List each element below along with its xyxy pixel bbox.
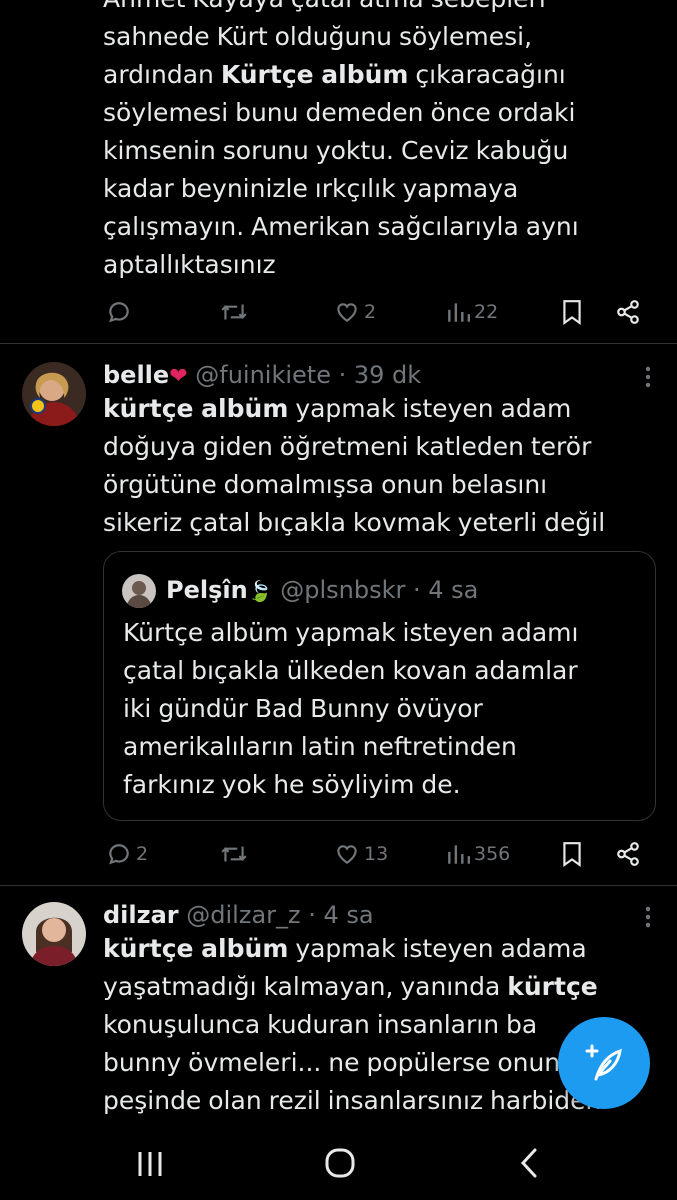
tweet-1-line: kimsenin sorunu yoktu. Ceviz kabuğu <box>103 136 569 165</box>
tweet-1-line: ardından Kürtçe albüm çıkaracağını <box>103 60 566 89</box>
compose-button[interactable] <box>558 1017 650 1109</box>
quote-line: farkınız yok he söyliyim de. <box>123 770 461 799</box>
quote-line: iki gündür Bad Bunny övüyor <box>123 694 483 723</box>
like-button[interactable]: 13 <box>334 834 388 874</box>
tweet-2-header: belle❤ @fuinikiete · 39 dk <box>103 360 421 392</box>
tweet-1-partial-line: Ahmet Kayaya çatal atma sebepleri <box>103 0 648 18</box>
display-name[interactable]: dilzar <box>103 901 179 929</box>
like-icon <box>337 303 357 322</box>
tweet-1-line: çalışmayın. Amerikan sağcılarıyla aynı <box>103 212 579 241</box>
tweet-2-line: kürtçe albüm yapmak isteyen adam <box>103 394 572 423</box>
highlight-term: kürtçe <box>507 972 598 1001</box>
share-button[interactable] <box>614 834 642 874</box>
user-handle[interactable]: @dilzar_z <box>186 901 300 929</box>
reply-icon <box>109 302 129 323</box>
more-icon <box>645 906 651 928</box>
timestamp[interactable]: · 4 sa <box>308 901 373 929</box>
tweet-3-line: kürtçe albüm yapmak isteyen adama <box>103 934 587 963</box>
nav-recents-icon <box>138 1152 162 1176</box>
share-icon <box>617 300 639 324</box>
highlight-term: Kürtçe albüm <box>220 60 409 89</box>
tweet-2-text: kürtçe albüm yapmak isteyen adam doğuya … <box>103 390 648 542</box>
tweet-3-line: yaşatmadığı kalmayan, yanında kürtçe <box>103 972 598 1001</box>
leaf-emoji: 🍃 <box>247 579 273 603</box>
reply-icon <box>109 844 129 865</box>
timestamp[interactable]: · 39 dk <box>339 361 422 389</box>
share-icon <box>617 842 639 866</box>
quote-text: Kürtçe albüm yapmak isteyen adamı çatal … <box>123 614 643 804</box>
quote-line: çatal bıçakla ülkeden kovan adamlar <box>123 656 578 685</box>
tweet-2[interactable]: belle❤ @fuinikiete · 39 dk kürtçe albüm … <box>0 344 677 885</box>
quote-handle[interactable]: @plsnbskr <box>280 576 405 604</box>
share-button[interactable] <box>614 292 642 332</box>
more-icon <box>645 366 651 388</box>
bookmark-button[interactable] <box>560 292 584 332</box>
avatar[interactable] <box>22 362 86 426</box>
nav-recents-button[interactable] <box>132 1146 168 1182</box>
tweet-1-actions: 2 22 <box>0 292 677 332</box>
display-name[interactable]: belle <box>103 361 169 389</box>
nav-back-button[interactable] <box>512 1145 548 1181</box>
retweet-button[interactable] <box>219 292 253 332</box>
views-icon <box>448 845 470 864</box>
reply-button[interactable] <box>106 292 136 332</box>
tweet-2-line: sikeriz çatal bıçakla kovmak yeterli değ… <box>103 508 606 537</box>
tweet-1-line: söylemesi bunu demeden önce ordaki <box>103 98 576 127</box>
heart-emoji: ❤ <box>169 364 188 389</box>
tweet-3-text: kürtçe albüm yapmak isteyen adama yaşatm… <box>103 930 648 1120</box>
views-icon <box>448 303 470 322</box>
bookmark-icon <box>563 842 581 867</box>
quote-avatar[interactable] <box>122 574 156 608</box>
tweet-2-line: örgütüne domalmışsa onun belasını <box>103 470 548 499</box>
highlight-term: kürtçe albüm <box>103 394 289 423</box>
more-options[interactable] <box>645 366 651 392</box>
bookmark-button[interactable] <box>560 834 584 874</box>
quote-line: Kürtçe albüm yapmak isteyen adamı <box>123 618 579 647</box>
tweet-1-text: Ahmet Kayaya çatal atma sebepleri sahned… <box>103 0 648 284</box>
reply-button[interactable]: 2 <box>106 834 148 874</box>
tweet-3-header: dilzar @dilzar_z · 4 sa <box>103 900 374 930</box>
tweet-1-line: aptallıktasınız <box>103 250 276 279</box>
like-button[interactable]: 2 <box>334 292 376 332</box>
tweet-2-actions: 2 13 356 <box>0 834 677 874</box>
nav-home-icon <box>325 1148 355 1178</box>
quote-display-name[interactable]: Pelşîn <box>166 576 248 604</box>
user-handle[interactable]: @fuinikiete <box>195 361 331 389</box>
tweet-2-line: doğuya giden öğretmeni katleden terör <box>103 432 592 461</box>
quote-timestamp[interactable]: · 4 sa <box>413 576 478 604</box>
more-options[interactable] <box>645 906 651 932</box>
retweet-icon <box>221 304 247 320</box>
quote-line: amerikalıların latin neftretinden <box>123 732 517 761</box>
views-button[interactable]: 22 <box>446 292 498 332</box>
retweet-icon <box>221 846 247 862</box>
views-button[interactable]: 356 <box>446 834 510 874</box>
like-icon <box>337 845 357 864</box>
tweet-1-line: sahnede Kürt olduğunu söylemesi, <box>103 22 533 51</box>
nav-back-icon <box>520 1148 537 1178</box>
quoted-tweet[interactable]: Pelşîn🍃 @plsnbskr · 4 sa Kürtçe albüm ya… <box>103 551 656 821</box>
tweet-1-line: kadar beyninizle ırkçılık yapmaya <box>103 174 519 203</box>
bookmark-icon <box>563 300 581 325</box>
retweet-button[interactable] <box>219 834 253 874</box>
tweet-1[interactable]: Ahmet Kayaya çatal atma sebepleri sahned… <box>0 0 677 343</box>
compose-icon <box>585 1044 622 1081</box>
avatar[interactable] <box>22 902 86 966</box>
system-nav-bar <box>0 1128 677 1200</box>
highlight-term: kürtçe albüm <box>103 934 289 963</box>
quote-header: Pelşîn🍃 @plsnbskr · 4 sa <box>166 575 478 606</box>
nav-home-button[interactable] <box>322 1145 358 1181</box>
